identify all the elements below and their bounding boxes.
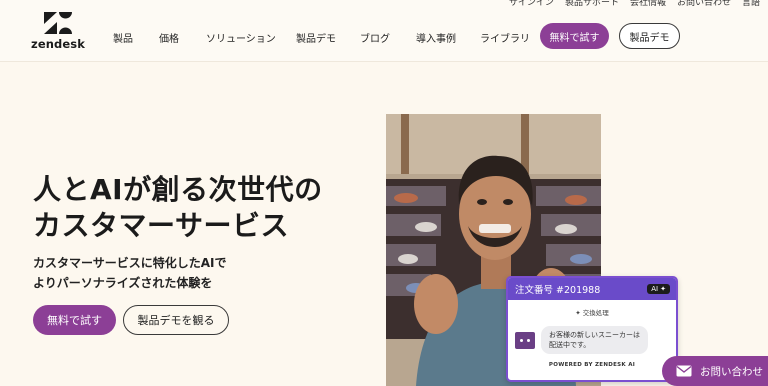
contact-us-tab[interactable]: お問い合わせ — [662, 356, 768, 386]
nav-item-blog[interactable]: ブログ — [360, 30, 390, 45]
ai-badge: AI ✦ — [647, 284, 670, 294]
hero-title-line-2: カスタマーサービス — [33, 209, 289, 242]
company-info-link[interactable]: 会社情報 — [630, 0, 666, 10]
header-free-trial-button[interactable]: 無料で試す — [540, 23, 609, 49]
hero-subtitle: カスタマーサービスに特化したAIで よりパーソナライズされた体験を — [33, 253, 227, 293]
hero-free-trial-button[interactable]: 無料で試す — [33, 305, 116, 335]
ai-order-card: 注文番号 #201988 AI ✦ ✦ 交換処理 お客様の新しいスニーカーは 配… — [506, 276, 678, 382]
product-support-link[interactable]: 製品サポート — [565, 0, 619, 10]
ai-process-label: ✦ 交換処理 — [508, 307, 676, 317]
ai-message-bubble: お客様の新しいスニーカーは 配送中です。 — [541, 326, 648, 354]
nav-item-pricing[interactable]: 価格 — [159, 30, 179, 45]
order-number: 注文番号 #201988 — [515, 285, 601, 296]
utility-nav: サインイン 製品サポート 会社情報 お問い合わせ 言語 — [509, 0, 760, 10]
header-demo-button[interactable]: 製品デモ — [619, 23, 680, 49]
bot-avatar-icon — [515, 331, 535, 349]
ai-process-text: 交換処理 — [582, 309, 609, 317]
ai-card-header: 注文番号 #201988 AI ✦ — [508, 278, 676, 300]
nav-item-case-studies[interactable]: 導入事例 — [416, 30, 456, 45]
hero-title-line-1: 人とAIが創る次世代の — [33, 173, 323, 206]
sparkle-icon: ✦ — [660, 285, 666, 293]
ai-message-row: お客様の新しいスニーカーは 配送中です。 — [515, 326, 676, 354]
ai-message-line-1: お客様の新しいスニーカーは — [549, 331, 640, 339]
hero-subtitle-line-2: よりパーソナライズされた体験を — [33, 276, 213, 290]
nav-item-solutions[interactable]: ソリューション — [206, 30, 276, 45]
hero-title: 人とAIが創る次世代の カスタマーサービス — [33, 172, 323, 244]
nav-item-product-demo[interactable]: 製品デモ — [296, 30, 336, 45]
signin-link[interactable]: サインイン — [509, 0, 554, 10]
hero-watch-demo-button[interactable]: 製品デモを観る — [123, 305, 229, 335]
language-link[interactable]: 言語 — [742, 0, 760, 10]
contact-us-label: お問い合わせ — [700, 365, 763, 378]
ai-badge-label: AI — [651, 285, 659, 293]
ai-message-line-2: 配送中です。 — [549, 341, 591, 349]
site-header: サインイン 製品サポート 会社情報 お問い合わせ 言語 zendesk 製品 価… — [0, 0, 768, 62]
powered-by-label: POWERED BY ZENDESK AI — [548, 362, 636, 368]
hero-subtitle-line-1: カスタマーサービスに特化したAIで — [33, 256, 227, 270]
nav-item-library[interactable]: ライブラリ — [480, 30, 530, 45]
contact-link[interactable]: お問い合わせ — [677, 0, 731, 10]
sparkle-small-icon: ✦ — [575, 309, 581, 317]
mail-icon — [676, 365, 692, 377]
zendesk-logo-icon — [44, 12, 72, 34]
nav-item-products[interactable]: 製品 — [113, 30, 133, 45]
zendesk-logo[interactable]: zendesk — [31, 11, 85, 51]
logo-wordmark: zendesk — [31, 37, 85, 51]
